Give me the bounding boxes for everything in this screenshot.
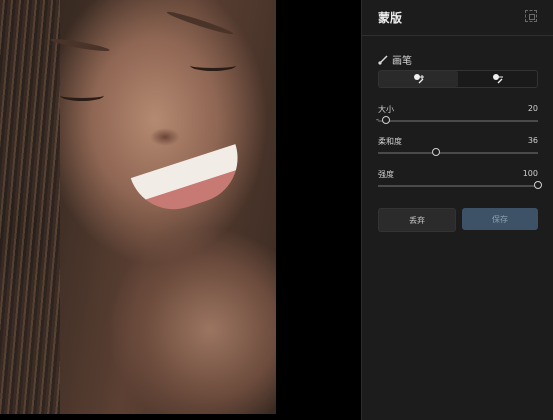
brush-icon: [378, 54, 388, 65]
mask-panel: 蒙版 画笔 大小 20 - 柔和度 36 强度 100 丢弃 保存: [361, 0, 553, 420]
brush-add-button[interactable]: [379, 71, 458, 87]
strength-slider: 强度 100: [378, 169, 542, 189]
action-buttons: 丢弃 保存: [378, 208, 538, 232]
softness-track[interactable]: [378, 148, 538, 156]
size-thumb[interactable]: [382, 116, 390, 124]
size-track[interactable]: -: [376, 115, 538, 124]
strength-value: 100: [522, 169, 538, 178]
minus-icon: -: [376, 115, 379, 124]
softness-slider: 柔和度 36: [378, 136, 538, 156]
brush-subtract-icon: [492, 74, 503, 84]
softness-label: 柔和度: [378, 137, 402, 146]
size-slider: 大小 20 -: [376, 104, 538, 124]
brush-mode-toggle: [378, 70, 538, 88]
strength-track[interactable]: [378, 181, 542, 189]
softness-thumb[interactable]: [431, 148, 440, 156]
brush-label: 画笔: [392, 56, 412, 67]
panel-header: 蒙版: [362, 0, 553, 36]
photo-image: [0, 0, 276, 414]
brush-add-icon: [413, 74, 424, 84]
panel-title: 蒙版: [378, 11, 403, 25]
size-value: 20: [527, 104, 538, 113]
brush-subtract-button[interactable]: [458, 71, 537, 87]
brush-section: 画笔: [378, 52, 412, 67]
photo-canvas[interactable]: [0, 0, 361, 420]
save-button[interactable]: 保存: [462, 208, 538, 230]
strength-thumb[interactable]: [534, 181, 542, 189]
discard-button[interactable]: 丢弃: [378, 208, 456, 232]
collapse-icon[interactable]: [525, 10, 537, 22]
size-label: 大小: [378, 105, 394, 114]
softness-value: 36: [527, 136, 538, 145]
strength-label: 强度: [378, 170, 394, 179]
